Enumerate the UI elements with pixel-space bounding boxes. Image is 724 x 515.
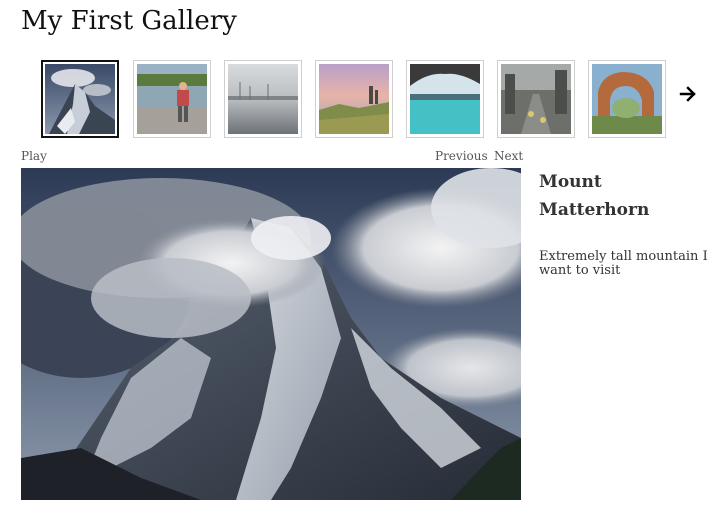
caption-title: Mount Matterhorn	[539, 172, 650, 220]
thumbnail-city-street[interactable]	[497, 60, 575, 138]
previous-link[interactable]: Previous	[435, 148, 488, 164]
thumbnail-image	[592, 64, 662, 134]
play-link[interactable]: Play	[21, 148, 47, 164]
thumbnail-coastal-cliffs[interactable]	[315, 60, 393, 138]
thumbnail-strip	[41, 60, 681, 140]
caption-description: Extremely tall mountain I want to visit	[539, 249, 708, 278]
thumbnail-image	[137, 64, 207, 134]
thumbnail-hiker-lake[interactable]	[133, 60, 211, 138]
thumbnail-matterhorn[interactable]	[41, 60, 119, 138]
thumbnail-image	[45, 64, 115, 134]
thumbnail-image	[228, 64, 298, 134]
main-image[interactable]	[21, 168, 521, 500]
thumbnail-rock-arch[interactable]	[588, 60, 666, 138]
thumbnail-blue-lagoon-cave[interactable]	[406, 60, 484, 138]
thumbnail-image	[410, 64, 480, 134]
page-title: My First Gallery	[21, 6, 237, 36]
thumbnail-image	[319, 64, 389, 134]
thumbnail-image	[501, 64, 571, 134]
thumbnail-misty-lake[interactable]	[224, 60, 302, 138]
next-link[interactable]: Next	[494, 148, 523, 164]
arrow-right-icon[interactable]	[678, 84, 698, 104]
